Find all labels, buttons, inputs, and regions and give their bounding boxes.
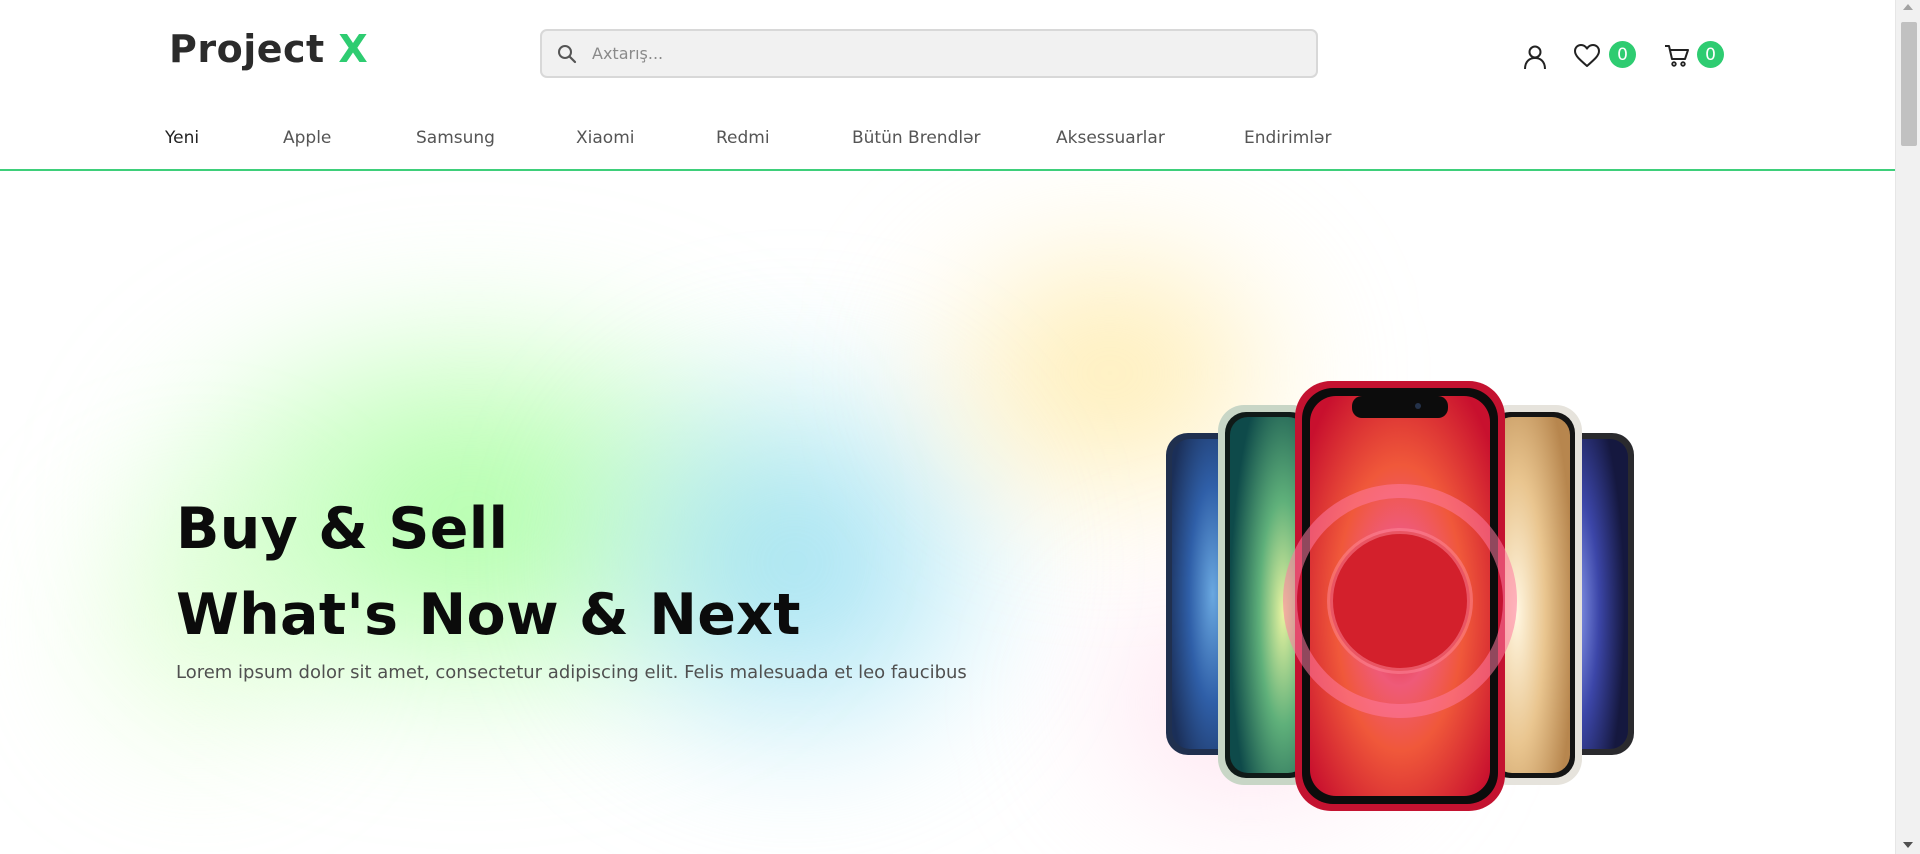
nav-item-accessories[interactable]: Aksessuarlar <box>1056 128 1165 148</box>
nav-item-all-brands[interactable]: Bütün Brendlər <box>852 128 981 148</box>
nav-item-xiaomi[interactable]: Xiaomi <box>576 128 634 148</box>
scrollbar-thumb[interactable] <box>1901 22 1917 146</box>
hero-subtitle: Lorem ipsum dolor sit amet, consectetur … <box>176 662 967 683</box>
nav-item-samsung[interactable]: Samsung <box>416 128 495 148</box>
nav-item-yeni[interactable]: Yeni <box>165 128 199 148</box>
user-icon[interactable] <box>1522 44 1548 70</box>
search-bar <box>540 29 1318 78</box>
brand-accent: X <box>338 27 369 71</box>
scroll-down-arrow-icon[interactable] <box>1903 842 1913 848</box>
hero-title-line2: What's Now & Next <box>176 582 801 648</box>
nav-item-apple[interactable]: Apple <box>283 128 331 148</box>
scroll-up-arrow-icon[interactable] <box>1903 4 1913 10</box>
hero-banner: Buy & Sell What's Now & Next Lorem ipsum… <box>0 173 1895 854</box>
nav-item-redmi[interactable]: Redmi <box>716 128 770 148</box>
search-input[interactable] <box>592 44 1292 63</box>
nav-item-discounts[interactable]: Endirimlər <box>1244 128 1331 148</box>
cart-icon[interactable] <box>1664 44 1690 68</box>
search-icon[interactable] <box>556 43 578 65</box>
page-scrollbar[interactable] <box>1895 0 1920 854</box>
brand-logo[interactable]: Project X <box>169 27 368 71</box>
cart-count-badge: 0 <box>1697 41 1724 68</box>
hero-phones-image <box>1166 381 1634 811</box>
site-header: Project X 0 0 Yeni Apple Samsung Xiaomi … <box>0 0 1895 171</box>
hero-title-line1: Buy & Sell <box>176 496 509 562</box>
heart-icon[interactable] <box>1573 43 1601 69</box>
brand-name: Project <box>169 27 325 71</box>
wishlist-count-badge: 0 <box>1609 41 1636 68</box>
